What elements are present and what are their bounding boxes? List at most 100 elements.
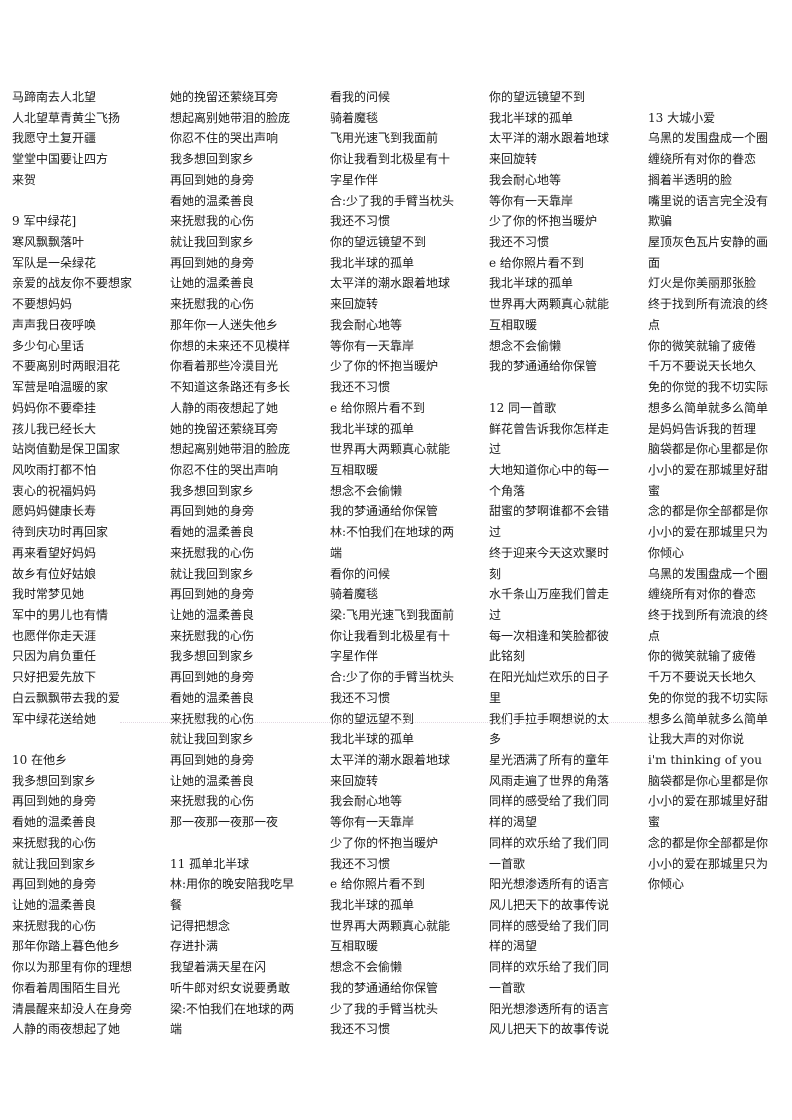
lyric-line: 你以为那里有你的理想 <box>12 960 133 975</box>
lyric-line: 终于迎来今天这欢聚时 <box>489 545 610 560</box>
lyric-line: 千万不要说天长地久 <box>648 359 757 374</box>
lyric-line: 人静的雨夜想起了她 <box>12 1022 121 1037</box>
lyric-line: 再回到她的身旁 <box>170 670 255 685</box>
lyric-line: 同样的欢乐给了我们同 <box>489 960 610 975</box>
lyric-line: 就让我回到家乡 <box>170 566 255 581</box>
lyric-line: 你的望远望不到 <box>330 711 415 726</box>
lyric-line: 人静的雨夜想起了她 <box>170 400 279 415</box>
lyric-line: 里 <box>489 690 502 705</box>
lyric-line: 想念不会偷懒 <box>330 483 403 498</box>
lyric-line: 小小的爱在那城里只为 <box>648 856 769 871</box>
lyric-line: 过 <box>489 525 502 540</box>
lyric-line: 等你有一天靠岸 <box>489 193 574 208</box>
lyric-line: 马蹄南去人北望 <box>12 90 97 104</box>
lyric-line: 记得把想念 <box>170 918 231 933</box>
lyric-line: 愿妈妈健康长寿 <box>12 504 97 519</box>
lyric-line: 千万不要说天长地久 <box>648 670 757 685</box>
lyric-line: 大地知道你心中的每一 <box>489 462 610 477</box>
lyric-line: 堂堂中国要让四方 <box>12 152 109 167</box>
lyric-line: 此铭刻 <box>489 649 526 664</box>
lyric-line: 少了你的怀抱当暖炉 <box>330 359 439 374</box>
lyric-line: 你的微笑就输了疲倦 <box>648 338 757 353</box>
lyric-line: 来抚慰我的心伤 <box>170 794 255 809</box>
lyric-line: 多 <box>489 732 502 747</box>
lyric-line: 我愿守土复开疆 <box>12 131 97 146</box>
song-title: 10 在他乡 <box>12 753 68 767</box>
lyric-line: 我的梦通通给你保管 <box>330 504 439 519</box>
lyric-line: 让她的温柔善良 <box>170 773 255 788</box>
lyric-line: 我会耐心地等 <box>489 172 562 187</box>
lyric-line: 梁:飞用光速飞到我面前 <box>330 607 455 622</box>
lyric-line: 来贺 <box>12 172 37 187</box>
lyric-line: 看她的温柔善良 <box>170 525 255 540</box>
lyric-line: 骑着魔毯 <box>330 587 379 602</box>
lyric-line: 看你的问候 <box>330 566 391 581</box>
lyric-line: 再回到她的身旁 <box>170 504 255 519</box>
lyric-line: 来抚慰我的心伤 <box>170 297 255 312</box>
lyric-line: 太平洋的潮水跟着地球 <box>489 131 610 146</box>
lyric-line: 听牛郎对织女说要勇敢 <box>170 980 291 995</box>
lyrics-document-page: 马蹄南去人北望 人北望草青黄尘飞扬 我愿守土复开疆 堂堂中国要让四方 来贺 9 军中绿花]… <box>0 0 792 1120</box>
lyric-line: 端 <box>330 545 343 560</box>
lyric-line: 少了你的怀抱当暖炉 <box>489 214 598 229</box>
lyric-line: 一首歌 <box>489 980 526 995</box>
lyric-line: 你的微笑就输了疲倦 <box>648 649 757 664</box>
lyric-line: 白云飘飘带去我的爱 <box>12 690 121 705</box>
lyric-line: 来回旋转 <box>330 297 379 312</box>
lyric-line: 同样的感受给了我们同 <box>489 918 610 933</box>
lyric-line: 只好把爱先放下 <box>12 670 97 685</box>
lyric-line: 让她的温柔善良 <box>12 898 97 913</box>
lyric-line: 军营是咱温暖的家 <box>12 380 109 395</box>
lyrics-column-1: 马蹄南去人北望 人北望草青黄尘飞扬 我愿守土复开疆 堂堂中国要让四方 来贺 9 军中绿花]… <box>12 87 162 1040</box>
lyric-line: 世界再大两颗真心就能 <box>489 297 610 312</box>
lyric-line: 林:用你的晚安陪我吃早 <box>170 877 295 892</box>
lyrics-column-5: 13 大城小爱 乌黑的发围盘成一个圈 缠绕所有对你的眷恋 搁着半透明的脸 嘴里说的语言完… <box>648 87 792 895</box>
lyric-line: 刻 <box>489 566 502 581</box>
lyric-line: 来回旋转 <box>489 152 538 167</box>
lyric-line: 点 <box>648 628 661 643</box>
lyric-line: 风儿把天下的故事传说 <box>489 898 610 913</box>
lyric-line: 我会耐心地等 <box>330 317 403 332</box>
lyric-line: 再回到她的身旁 <box>12 877 97 892</box>
lyric-line: 妈妈你不要牵挂 <box>12 400 97 415</box>
lyric-line: 屋顶灰色瓦片安静的画 <box>648 235 769 250</box>
song-title: 11 孤单北半球 <box>170 856 250 871</box>
lyric-line: 多少句心里话 <box>12 338 85 353</box>
lyric-line: 军队是一朵绿花 <box>12 255 97 270</box>
lyric-line: 乌黑的发围盘成一个圈 <box>648 566 769 581</box>
lyric-line: 我多想回到家乡 <box>170 483 255 498</box>
lyric-line: 终于找到所有流浪的终 <box>648 297 769 312</box>
lyric-line: 再回到她的身旁 <box>170 587 255 602</box>
lyric-line: 军中绿花送给她 <box>12 711 97 726</box>
lyric-line: 欺骗 <box>648 214 673 229</box>
lyric-line: 我望着满天星在闪 <box>170 960 267 975</box>
lyric-line: 来抚慰我的心伤 <box>170 711 255 726</box>
lyric-line: 我时常梦见她 <box>12 587 85 602</box>
lyric-line: 在阳光灿烂欢乐的日子 <box>489 670 610 685</box>
lyric-line: 你看着周围陌生目光 <box>12 980 121 995</box>
lyric-line: 就让我回到家乡 <box>170 732 255 747</box>
lyric-line: e 给你照片看不到 <box>489 255 584 270</box>
lyric-line: 你忍不住的哭出声响 <box>170 462 279 477</box>
lyric-line: 我多想回到家乡 <box>12 773 97 788</box>
lyrics-column-4: 你的望远镜望不到 我北半球的孤单 太平洋的潮水跟着地球 来回旋转 我会耐心地等 等你有一天… <box>489 87 639 1040</box>
lyric-line: 互相取暖 <box>330 462 379 477</box>
song-title: 9 军中绿花] <box>12 214 77 229</box>
lyric-line: 鲜花曾告诉我你怎样走 <box>489 421 610 436</box>
lyric-line: 那一夜那一夜那一夜 <box>170 815 279 830</box>
lyric-line: 我北半球的孤单 <box>330 898 415 913</box>
lyric-line: 你看着那些冷漠目光 <box>170 359 279 374</box>
lyric-line: 你的望远镜望不到 <box>489 90 586 104</box>
lyric-line: 让我大声的对你说 <box>648 732 745 747</box>
lyric-line: 你倾心 <box>648 877 685 892</box>
lyrics-column-3: 看我的问候 骑着魔毯 飞用光速飞到我面前 你让我看到北极星有十 字星作伴 合:少了我的手臂… <box>330 87 480 1040</box>
lyric-line: 衷心的祝福妈妈 <box>12 483 97 498</box>
lyric-line: 我多想回到家乡 <box>170 649 255 664</box>
lyric-line: 小小的爱在那城里只为 <box>648 525 769 540</box>
lyric-line: 梁:不怕我们在地球的两 <box>170 1001 295 1016</box>
lyric-line: 我们手拉手啊想说的太 <box>489 711 610 726</box>
lyric-line: 你倾心 <box>648 545 685 560</box>
lyric-line: 一首歌 <box>489 856 526 871</box>
song-title: 12 同一首歌 <box>489 400 557 415</box>
lyric-line: 清晨醒来却没人在身旁 <box>12 1001 133 1016</box>
